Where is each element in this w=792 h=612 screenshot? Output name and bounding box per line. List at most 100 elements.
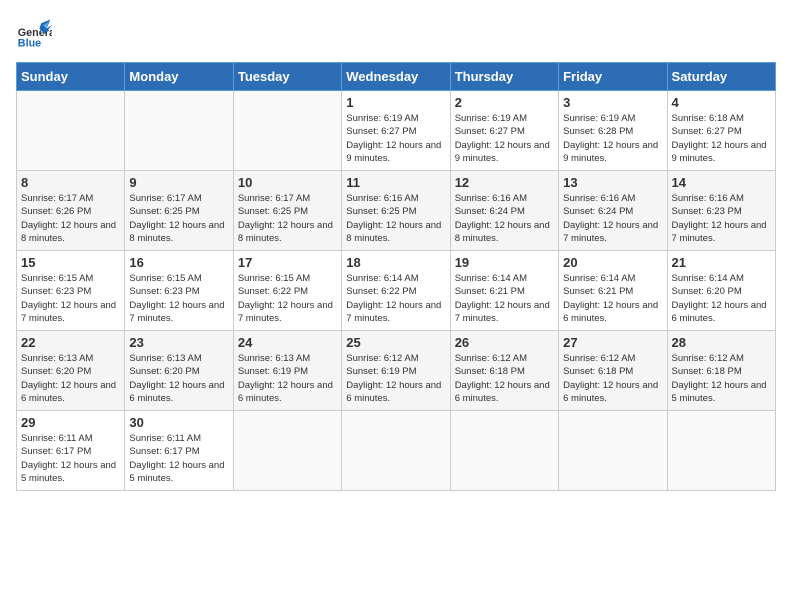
day-info: Sunrise: 6:19 AM Sunset: 6:27 PM Dayligh… (455, 112, 554, 165)
calendar-day-cell: 30 Sunrise: 6:11 AM Sunset: 6:17 PM Dayl… (125, 411, 233, 491)
day-number: 18 (346, 255, 445, 270)
calendar-day-cell: 1 Sunrise: 6:19 AM Sunset: 6:27 PM Dayli… (342, 91, 450, 171)
calendar-day-cell: 9 Sunrise: 6:17 AM Sunset: 6:25 PM Dayli… (125, 171, 233, 251)
day-info: Sunrise: 6:12 AM Sunset: 6:19 PM Dayligh… (346, 352, 445, 405)
day-info: Sunrise: 6:16 AM Sunset: 6:24 PM Dayligh… (563, 192, 662, 245)
day-number: 19 (455, 255, 554, 270)
day-number: 1 (346, 95, 445, 110)
day-info: Sunrise: 6:19 AM Sunset: 6:27 PM Dayligh… (346, 112, 445, 165)
day-info: Sunrise: 6:14 AM Sunset: 6:20 PM Dayligh… (672, 272, 771, 325)
calendar-day-cell: 24 Sunrise: 6:13 AM Sunset: 6:19 PM Dayl… (233, 331, 341, 411)
calendar-day-cell: 14 Sunrise: 6:16 AM Sunset: 6:23 PM Dayl… (667, 171, 775, 251)
calendar-weekday-header: Tuesday (233, 63, 341, 91)
day-number: 10 (238, 175, 337, 190)
calendar-weekday-header: Monday (125, 63, 233, 91)
day-number: 16 (129, 255, 228, 270)
calendar-day-cell (559, 411, 667, 491)
day-info: Sunrise: 6:14 AM Sunset: 6:21 PM Dayligh… (455, 272, 554, 325)
day-number: 11 (346, 175, 445, 190)
day-number: 29 (21, 415, 120, 430)
calendar-day-cell: 27 Sunrise: 6:12 AM Sunset: 6:18 PM Dayl… (559, 331, 667, 411)
day-info: Sunrise: 6:13 AM Sunset: 6:19 PM Dayligh… (238, 352, 337, 405)
calendar-day-cell: 13 Sunrise: 6:16 AM Sunset: 6:24 PM Dayl… (559, 171, 667, 251)
calendar-header-row: SundayMondayTuesdayWednesdayThursdayFrid… (17, 63, 776, 91)
day-number: 22 (21, 335, 120, 350)
calendar-day-cell (342, 411, 450, 491)
calendar-day-cell: 19 Sunrise: 6:14 AM Sunset: 6:21 PM Dayl… (450, 251, 558, 331)
day-number: 8 (21, 175, 120, 190)
calendar-day-cell: 16 Sunrise: 6:15 AM Sunset: 6:23 PM Dayl… (125, 251, 233, 331)
day-number: 28 (672, 335, 771, 350)
logo: General Blue (16, 16, 52, 52)
day-info: Sunrise: 6:15 AM Sunset: 6:23 PM Dayligh… (129, 272, 228, 325)
calendar-day-cell: 15 Sunrise: 6:15 AM Sunset: 6:23 PM Dayl… (17, 251, 125, 331)
day-info: Sunrise: 6:16 AM Sunset: 6:25 PM Dayligh… (346, 192, 445, 245)
day-info: Sunrise: 6:17 AM Sunset: 6:26 PM Dayligh… (21, 192, 120, 245)
day-info: Sunrise: 6:11 AM Sunset: 6:17 PM Dayligh… (129, 432, 228, 485)
calendar-day-cell: 23 Sunrise: 6:13 AM Sunset: 6:20 PM Dayl… (125, 331, 233, 411)
day-number: 27 (563, 335, 662, 350)
calendar-week-row: 22 Sunrise: 6:13 AM Sunset: 6:20 PM Dayl… (17, 331, 776, 411)
day-info: Sunrise: 6:12 AM Sunset: 6:18 PM Dayligh… (563, 352, 662, 405)
day-info: Sunrise: 6:13 AM Sunset: 6:20 PM Dayligh… (129, 352, 228, 405)
calendar-day-cell: 28 Sunrise: 6:12 AM Sunset: 6:18 PM Dayl… (667, 331, 775, 411)
day-number: 15 (21, 255, 120, 270)
calendar-day-cell: 25 Sunrise: 6:12 AM Sunset: 6:19 PM Dayl… (342, 331, 450, 411)
page-header: General Blue (16, 16, 776, 52)
day-info: Sunrise: 6:19 AM Sunset: 6:28 PM Dayligh… (563, 112, 662, 165)
calendar-day-cell: 20 Sunrise: 6:14 AM Sunset: 6:21 PM Dayl… (559, 251, 667, 331)
day-number: 23 (129, 335, 228, 350)
day-number: 21 (672, 255, 771, 270)
logo-icon: General Blue (16, 16, 52, 52)
calendar-week-row: 15 Sunrise: 6:15 AM Sunset: 6:23 PM Dayl… (17, 251, 776, 331)
day-info: Sunrise: 6:15 AM Sunset: 6:22 PM Dayligh… (238, 272, 337, 325)
day-number: 9 (129, 175, 228, 190)
calendar-table: SundayMondayTuesdayWednesdayThursdayFrid… (16, 62, 776, 491)
calendar-day-cell: 18 Sunrise: 6:14 AM Sunset: 6:22 PM Dayl… (342, 251, 450, 331)
calendar-day-cell: 26 Sunrise: 6:12 AM Sunset: 6:18 PM Dayl… (450, 331, 558, 411)
day-number: 4 (672, 95, 771, 110)
calendar-day-cell (667, 411, 775, 491)
calendar-day-cell: 4 Sunrise: 6:18 AM Sunset: 6:27 PM Dayli… (667, 91, 775, 171)
calendar-day-cell: 8 Sunrise: 6:17 AM Sunset: 6:26 PM Dayli… (17, 171, 125, 251)
day-number: 25 (346, 335, 445, 350)
calendar-weekday-header: Sunday (17, 63, 125, 91)
calendar-weekday-header: Wednesday (342, 63, 450, 91)
calendar-day-cell: 17 Sunrise: 6:15 AM Sunset: 6:22 PM Dayl… (233, 251, 341, 331)
calendar-week-row: 1 Sunrise: 6:19 AM Sunset: 6:27 PM Dayli… (17, 91, 776, 171)
day-info: Sunrise: 6:12 AM Sunset: 6:18 PM Dayligh… (672, 352, 771, 405)
calendar-day-cell (450, 411, 558, 491)
calendar-week-row: 8 Sunrise: 6:17 AM Sunset: 6:26 PM Dayli… (17, 171, 776, 251)
day-number: 13 (563, 175, 662, 190)
calendar-day-cell (17, 91, 125, 171)
day-number: 3 (563, 95, 662, 110)
calendar-week-row: 29 Sunrise: 6:11 AM Sunset: 6:17 PM Dayl… (17, 411, 776, 491)
day-number: 17 (238, 255, 337, 270)
calendar-day-cell (125, 91, 233, 171)
calendar-day-cell (233, 411, 341, 491)
day-info: Sunrise: 6:15 AM Sunset: 6:23 PM Dayligh… (21, 272, 120, 325)
day-number: 12 (455, 175, 554, 190)
calendar-weekday-header: Thursday (450, 63, 558, 91)
day-info: Sunrise: 6:14 AM Sunset: 6:21 PM Dayligh… (563, 272, 662, 325)
day-number: 26 (455, 335, 554, 350)
calendar-day-cell: 10 Sunrise: 6:17 AM Sunset: 6:25 PM Dayl… (233, 171, 341, 251)
day-info: Sunrise: 6:17 AM Sunset: 6:25 PM Dayligh… (129, 192, 228, 245)
day-info: Sunrise: 6:17 AM Sunset: 6:25 PM Dayligh… (238, 192, 337, 245)
day-info: Sunrise: 6:16 AM Sunset: 6:24 PM Dayligh… (455, 192, 554, 245)
calendar-body: 1 Sunrise: 6:19 AM Sunset: 6:27 PM Dayli… (17, 91, 776, 491)
calendar-weekday-header: Friday (559, 63, 667, 91)
calendar-day-cell: 29 Sunrise: 6:11 AM Sunset: 6:17 PM Dayl… (17, 411, 125, 491)
day-info: Sunrise: 6:14 AM Sunset: 6:22 PM Dayligh… (346, 272, 445, 325)
day-info: Sunrise: 6:16 AM Sunset: 6:23 PM Dayligh… (672, 192, 771, 245)
calendar-day-cell: 3 Sunrise: 6:19 AM Sunset: 6:28 PM Dayli… (559, 91, 667, 171)
svg-text:Blue: Blue (18, 38, 41, 50)
day-info: Sunrise: 6:11 AM Sunset: 6:17 PM Dayligh… (21, 432, 120, 485)
calendar-day-cell: 22 Sunrise: 6:13 AM Sunset: 6:20 PM Dayl… (17, 331, 125, 411)
calendar-day-cell: 11 Sunrise: 6:16 AM Sunset: 6:25 PM Dayl… (342, 171, 450, 251)
calendar-day-cell: 2 Sunrise: 6:19 AM Sunset: 6:27 PM Dayli… (450, 91, 558, 171)
day-info: Sunrise: 6:13 AM Sunset: 6:20 PM Dayligh… (21, 352, 120, 405)
calendar-day-cell (233, 91, 341, 171)
calendar-day-cell: 12 Sunrise: 6:16 AM Sunset: 6:24 PM Dayl… (450, 171, 558, 251)
day-number: 2 (455, 95, 554, 110)
